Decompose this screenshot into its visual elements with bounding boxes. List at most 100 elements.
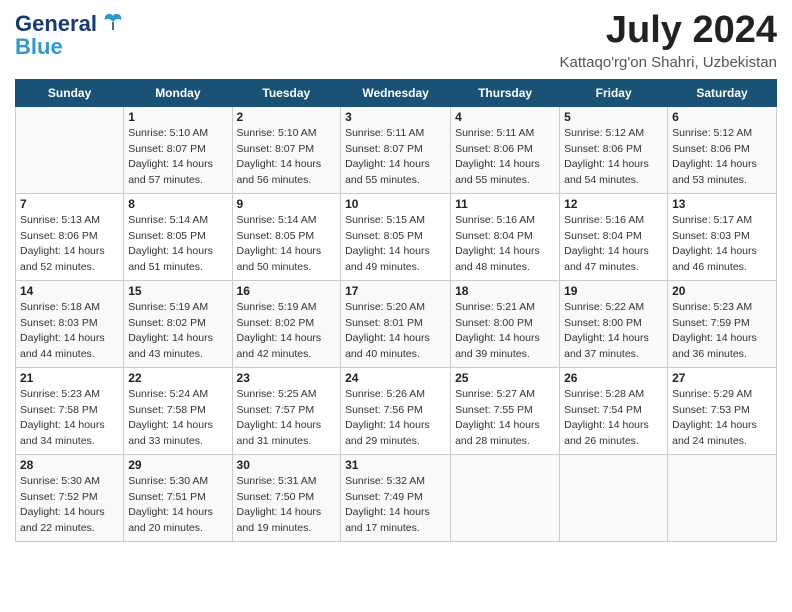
logo-general: General	[15, 11, 97, 37]
day-number: 24	[345, 371, 446, 385]
calendar-cell: 26 Sunrise: 5:28 AMSunset: 7:54 PMDayligh…	[560, 367, 668, 454]
day-number: 15	[128, 284, 227, 298]
calendar-cell: 21Sunrise: 5:23 AMSunset: 7:58 PMDayligh…	[16, 367, 124, 454]
day-number: 29	[128, 458, 227, 472]
day-number: 5	[564, 110, 663, 124]
day-info: Sunrise: 5:20 AMSunset: 8:01 PMDaylight:…	[345, 300, 446, 363]
month-title: July 2024	[559, 10, 777, 52]
calendar-cell: 18 Sunrise: 5:21 AMSunset: 8:00 PMDayligh…	[451, 280, 560, 367]
logo-bird-icon	[99, 10, 127, 38]
day-number: 31	[345, 458, 446, 472]
day-number: 22	[128, 371, 227, 385]
calendar-cell: 29 Sunrise: 5:30 AMSunset: 7:51 PMDayligh…	[124, 454, 232, 541]
calendar-cell: 17 Sunrise: 5:20 AMSunset: 8:01 PMDayligh…	[341, 280, 451, 367]
day-number: 18	[455, 284, 555, 298]
calendar-cell: 15 Sunrise: 5:19 AMSunset: 8:02 PMDayligh…	[124, 280, 232, 367]
day-info: Sunrise: 5:30 AMSunset: 7:52 PMDaylight:…	[20, 474, 119, 537]
day-info: Sunrise: 5:25 AMSunset: 7:57 PMDaylight:…	[237, 387, 337, 450]
day-number: 4	[455, 110, 555, 124]
calendar-cell: 3 Sunrise: 5:11 AMSunset: 8:07 PMDaylight…	[341, 106, 451, 193]
calendar-cell: 20Sunrise: 5:23 AMSunset: 7:59 PMDayligh…	[668, 280, 777, 367]
day-number: 10	[345, 197, 446, 211]
day-info: Sunrise: 5:26 AMSunset: 7:56 PMDaylight:…	[345, 387, 446, 450]
calendar-cell: 8Sunrise: 5:14 AMSunset: 8:05 PMDaylight…	[124, 193, 232, 280]
day-number: 7	[20, 197, 119, 211]
logo: General Blue	[15, 10, 127, 60]
day-info: Sunrise: 5:14 AMSunset: 8:05 PMDaylight:…	[237, 213, 337, 276]
calendar-cell	[16, 106, 124, 193]
day-number: 27	[672, 371, 772, 385]
day-info: Sunrise: 5:10 AMSunset: 8:07 PMDaylight:…	[128, 126, 227, 189]
calendar-cell: 10 Sunrise: 5:15 AMSunset: 8:05 PMDayligh…	[341, 193, 451, 280]
calendar-cell: 5 Sunrise: 5:12 AMSunset: 8:06 PMDaylight…	[560, 106, 668, 193]
calendar-cell: 28 Sunrise: 5:30 AMSunset: 7:52 PMDayligh…	[16, 454, 124, 541]
calendar-cell: 4Sunrise: 5:11 AMSunset: 8:06 PMDaylight…	[451, 106, 560, 193]
calendar-header-sunday: Sunday	[16, 79, 124, 106]
page: General Blue July 2024 Kattaqo'rg'on Sha…	[0, 0, 792, 612]
calendar-cell	[668, 454, 777, 541]
day-number: 3	[345, 110, 446, 124]
day-number: 8	[128, 197, 227, 211]
calendar-header-monday: Monday	[124, 79, 232, 106]
day-info: Sunrise: 5:32 AMSunset: 7:49 PMDaylight:…	[345, 474, 446, 537]
logo-blue: Blue	[15, 34, 63, 60]
subtitle: Kattaqo'rg'on Shahri, Uzbekistan	[559, 54, 777, 71]
day-info: Sunrise: 5:22 AMSunset: 8:00 PMDaylight:…	[564, 300, 663, 363]
calendar-cell: 31 Sunrise: 5:32 AMSunset: 7:49 PMDayligh…	[341, 454, 451, 541]
day-number: 11	[455, 197, 555, 211]
day-info: Sunrise: 5:30 AMSunset: 7:51 PMDaylight:…	[128, 474, 227, 537]
calendar-cell: 13Sunrise: 5:17 AMSunset: 8:03 PMDayligh…	[668, 193, 777, 280]
calendar-cell: 2 Sunrise: 5:10 AMSunset: 8:07 PMDaylight…	[232, 106, 341, 193]
day-number: 16	[237, 284, 337, 298]
calendar-week-row: 21Sunrise: 5:23 AMSunset: 7:58 PMDayligh…	[16, 367, 777, 454]
day-info: Sunrise: 5:17 AMSunset: 8:03 PMDaylight:…	[672, 213, 772, 276]
day-number: 30	[237, 458, 337, 472]
day-number: 26	[564, 371, 663, 385]
day-info: Sunrise: 5:12 AMSunset: 8:06 PMDaylight:…	[564, 126, 663, 189]
day-info: Sunrise: 5:21 AMSunset: 8:00 PMDaylight:…	[455, 300, 555, 363]
calendar-cell: 16 Sunrise: 5:19 AMSunset: 8:02 PMDayligh…	[232, 280, 341, 367]
calendar-cell: 30Sunrise: 5:31 AMSunset: 7:50 PMDayligh…	[232, 454, 341, 541]
day-info: Sunrise: 5:19 AMSunset: 8:02 PMDaylight:…	[237, 300, 337, 363]
day-number: 20	[672, 284, 772, 298]
day-info: Sunrise: 5:19 AMSunset: 8:02 PMDaylight:…	[128, 300, 227, 363]
day-info: Sunrise: 5:11 AMSunset: 8:07 PMDaylight:…	[345, 126, 446, 189]
day-info: Sunrise: 5:12 AMSunset: 8:06 PMDaylight:…	[672, 126, 772, 189]
day-number: 17	[345, 284, 446, 298]
day-number: 28	[20, 458, 119, 472]
day-info: Sunrise: 5:13 AMSunset: 8:06 PMDaylight:…	[20, 213, 119, 276]
calendar-cell: 14 Sunrise: 5:18 AMSunset: 8:03 PMDayligh…	[16, 280, 124, 367]
day-info: Sunrise: 5:16 AMSunset: 8:04 PMDaylight:…	[564, 213, 663, 276]
title-area: July 2024 Kattaqo'rg'on Shahri, Uzbekist…	[559, 10, 777, 71]
day-number: 25	[455, 371, 555, 385]
calendar-cell: 23 Sunrise: 5:25 AMSunset: 7:57 PMDayligh…	[232, 367, 341, 454]
day-info: Sunrise: 5:18 AMSunset: 8:03 PMDaylight:…	[20, 300, 119, 363]
day-number: 2	[237, 110, 337, 124]
calendar-cell: 1Sunrise: 5:10 AMSunset: 8:07 PMDaylight…	[124, 106, 232, 193]
day-number: 23	[237, 371, 337, 385]
day-number: 12	[564, 197, 663, 211]
day-info: Sunrise: 5:10 AMSunset: 8:07 PMDaylight:…	[237, 126, 337, 189]
day-info: Sunrise: 5:28 AMSunset: 7:54 PMDaylight:…	[564, 387, 663, 450]
day-info: Sunrise: 5:24 AMSunset: 7:58 PMDaylight:…	[128, 387, 227, 450]
calendar-header-thursday: Thursday	[451, 79, 560, 106]
day-info: Sunrise: 5:15 AMSunset: 8:05 PMDaylight:…	[345, 213, 446, 276]
day-info: Sunrise: 5:27 AMSunset: 7:55 PMDaylight:…	[455, 387, 555, 450]
calendar-header-tuesday: Tuesday	[232, 79, 341, 106]
calendar-header-row: SundayMondayTuesdayWednesdayThursdayFrid…	[16, 79, 777, 106]
calendar-table: SundayMondayTuesdayWednesdayThursdayFrid…	[15, 79, 777, 542]
calendar-cell	[451, 454, 560, 541]
day-info: Sunrise: 5:16 AMSunset: 8:04 PMDaylight:…	[455, 213, 555, 276]
day-number: 14	[20, 284, 119, 298]
calendar-cell	[560, 454, 668, 541]
day-number: 21	[20, 371, 119, 385]
calendar-week-row: 7 Sunrise: 5:13 AMSunset: 8:06 PMDaylight…	[16, 193, 777, 280]
calendar-cell: 24 Sunrise: 5:26 AMSunset: 7:56 PMDayligh…	[341, 367, 451, 454]
calendar-week-row: 14 Sunrise: 5:18 AMSunset: 8:03 PMDayligh…	[16, 280, 777, 367]
calendar-cell: 22 Sunrise: 5:24 AMSunset: 7:58 PMDayligh…	[124, 367, 232, 454]
calendar-week-row: 28 Sunrise: 5:30 AMSunset: 7:52 PMDayligh…	[16, 454, 777, 541]
calendar-cell: 19Sunrise: 5:22 AMSunset: 8:00 PMDayligh…	[560, 280, 668, 367]
day-info: Sunrise: 5:29 AMSunset: 7:53 PMDaylight:…	[672, 387, 772, 450]
calendar-week-row: 1Sunrise: 5:10 AMSunset: 8:07 PMDaylight…	[16, 106, 777, 193]
calendar-cell: 6Sunrise: 5:12 AMSunset: 8:06 PMDaylight…	[668, 106, 777, 193]
